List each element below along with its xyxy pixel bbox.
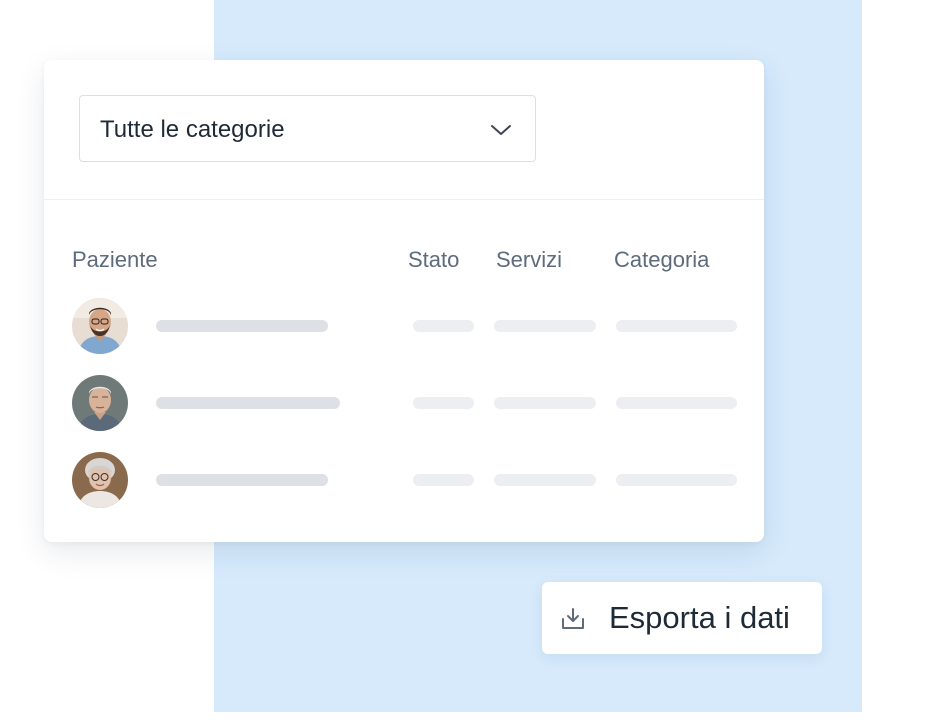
category-placeholder (616, 474, 737, 486)
category-filter-dropdown[interactable]: Tutte le categorie (79, 95, 536, 162)
column-header-patient: Paziente (72, 247, 158, 272)
table-row[interactable] (44, 298, 764, 354)
avatar (72, 452, 128, 508)
avatar (72, 375, 128, 431)
status-placeholder (413, 397, 474, 409)
patients-card: Tutte le categorie Paziente Stato Serviz… (44, 60, 764, 542)
patient-name-placeholder (156, 474, 328, 486)
column-header-status: Stato (408, 247, 460, 272)
divider (44, 199, 764, 200)
patient-name-placeholder (156, 397, 340, 409)
status-placeholder (413, 320, 474, 332)
patient-name-placeholder (156, 320, 328, 332)
export-data-button[interactable]: Esporta i dati (542, 582, 822, 654)
column-header-services: Servizi (496, 247, 563, 272)
services-placeholder (494, 397, 596, 409)
category-placeholder (616, 320, 737, 332)
chevron-down-icon (491, 125, 511, 135)
category-placeholder (616, 397, 737, 409)
services-placeholder (494, 474, 596, 486)
status-placeholder (413, 474, 474, 486)
export-data-label: Esporta i dati (609, 600, 790, 635)
column-header-category: Categoria (614, 247, 710, 272)
download-tray-icon (562, 608, 584, 629)
table-row[interactable] (44, 452, 764, 508)
services-placeholder (494, 320, 596, 332)
avatar (72, 298, 128, 354)
table-row[interactable] (44, 375, 764, 431)
category-filter-value: Tutte le categorie (100, 116, 285, 143)
